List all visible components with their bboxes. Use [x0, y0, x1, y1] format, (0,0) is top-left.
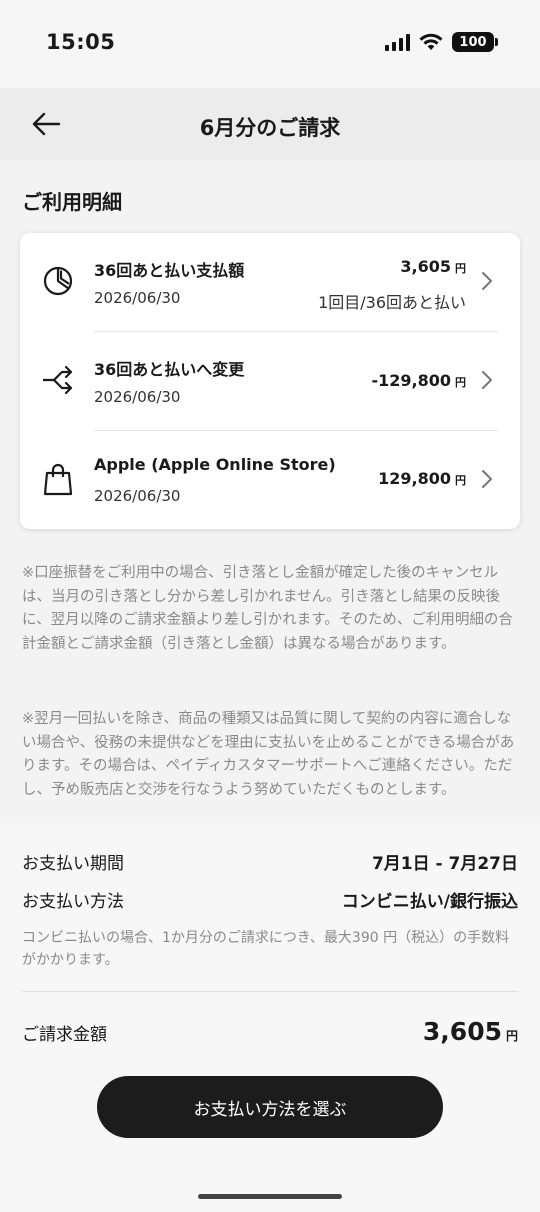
wifi-icon	[419, 33, 443, 50]
payment-method-value: コンビニ払い/銀行振込	[341, 892, 518, 912]
header: 6月分のご請求	[0, 88, 540, 160]
transaction-row[interactable]: 36回あと払い支払額 2026/06/30 3,605 円 1回目/36回あと払い	[20, 233, 520, 332]
cancellation-note: ※口座振替をご利用中の場合、引き落とし金額が確定した後のキャンセルは、当月の引き…	[22, 565, 513, 652]
cellular-signal-icon	[385, 33, 410, 51]
transaction-amount: -129,800 円	[371, 371, 466, 390]
home-indicator	[198, 1194, 342, 1199]
amount-value: 3,605	[400, 257, 451, 276]
total-row: ご請求金額 3,605 円	[22, 1017, 518, 1046]
transaction-date: 2026/06/30	[94, 487, 181, 505]
payment-period-value: 7月1日 - 7月27日	[371, 854, 518, 874]
pie-chart-icon	[40, 263, 76, 299]
transactions-card: 36回あと払い支払額 2026/06/30 3,605 円 1回目/36回あと払い…	[20, 233, 520, 529]
payment-period-row: お支払い期間 7月1日 - 7月27日	[22, 849, 518, 874]
section-title: ご利用明細	[22, 190, 122, 214]
installment-info: 1回目/36回あと払い	[318, 293, 466, 312]
battery-icon: 100	[452, 32, 498, 52]
status-icons: 100	[385, 32, 498, 52]
shopping-bag-icon	[40, 461, 76, 497]
page-title: 6月分のご請求	[199, 116, 341, 140]
transaction-date: 2026/06/30	[94, 289, 181, 307]
payment-sheet: お支払い期間 7月1日 - 7月27日 お支払い方法 コンビニ払い/銀行振込 コ…	[0, 823, 540, 1212]
transaction-amount: 129,800 円	[378, 469, 466, 488]
transaction-row[interactable]: 36回あと払いへ変更 2026/06/30 -129,800 円	[20, 332, 520, 431]
chevron-right-icon	[482, 371, 492, 389]
chevron-right-icon	[482, 272, 492, 290]
payment-period-label: お支払い期間	[22, 854, 124, 874]
divider	[22, 991, 518, 992]
payment-method-label: お支払い方法	[22, 892, 124, 912]
currency-unit: 円	[505, 1029, 518, 1043]
fee-note: コンビニ払いの場合、1か月分のご請求につき、最大390 円（税込）の手数料がかか…	[22, 930, 510, 968]
payment-method-row: お支払い方法 コンビニ払い/銀行振込	[22, 887, 518, 912]
transaction-row[interactable]: Apple (Apple Online Store) 2026/06/30 12…	[20, 431, 520, 530]
currency-unit: 円	[455, 262, 466, 275]
split-arrow-icon	[40, 362, 76, 398]
status-time: 15:05	[46, 30, 116, 54]
amount-value: 129,800	[378, 469, 451, 488]
chevron-right-icon	[482, 470, 492, 488]
screen: 15:05 100 6月分のご請求 ご利用明細 36回あと払い支払額 2026/…	[0, 0, 540, 1212]
transaction-name: 36回あと払いへ変更	[94, 360, 245, 379]
dispute-note: ※翌月一回払いを除き、商品の種類又は品質に関して契約の内容に適合しない場合や、役…	[22, 711, 515, 798]
status-bar: 15:05 100	[0, 0, 540, 88]
transaction-name: Apple (Apple Online Store)	[94, 455, 336, 474]
transaction-name: 36回あと払い支払額	[94, 261, 245, 280]
total-amount-value: 3,605	[422, 1017, 502, 1046]
choose-payment-method-button[interactable]: お支払い方法を選ぶ	[97, 1076, 443, 1138]
total-amount: 3,605 円	[423, 1017, 518, 1046]
currency-unit: 円	[455, 376, 466, 389]
amount-value: -129,800	[371, 371, 451, 390]
total-label: ご請求金額	[22, 1025, 107, 1045]
transaction-date: 2026/06/30	[94, 388, 181, 406]
currency-unit: 円	[455, 474, 466, 487]
transaction-amount: 3,605 円	[400, 257, 466, 276]
